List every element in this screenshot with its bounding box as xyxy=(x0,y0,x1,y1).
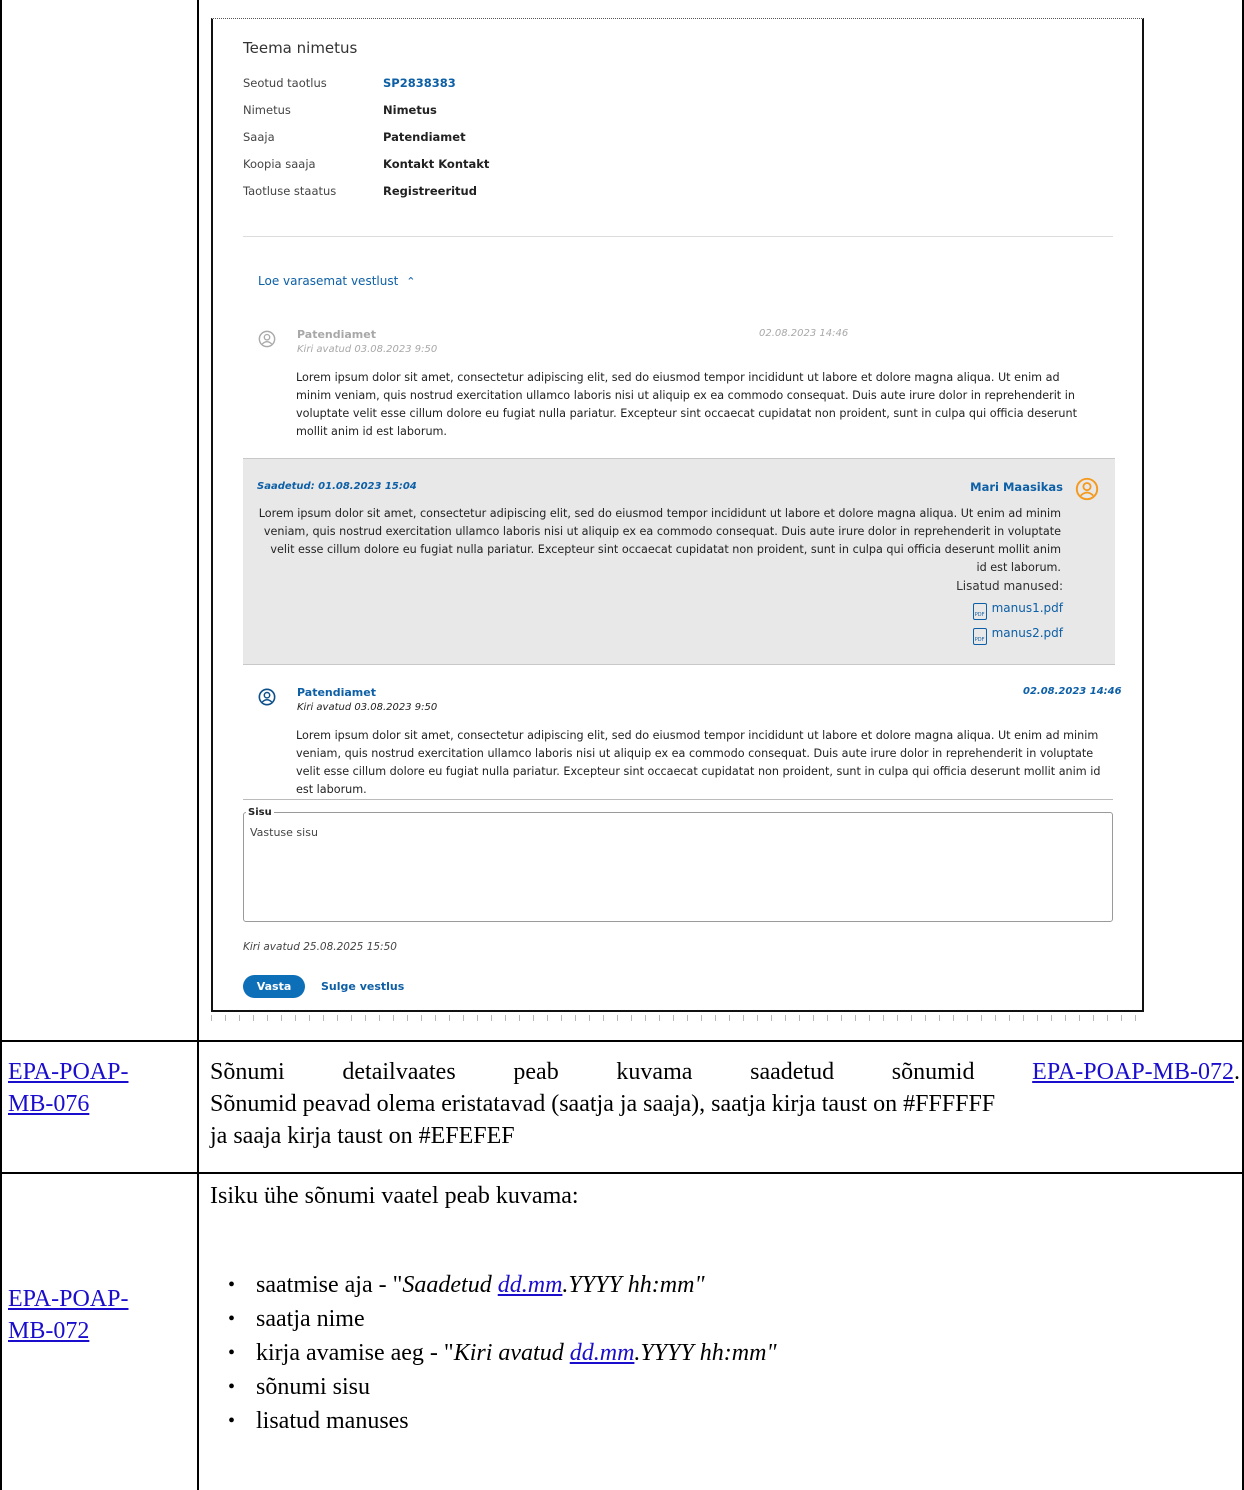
info-label: Saaja xyxy=(243,130,275,144)
user-avatar-icon xyxy=(258,330,276,348)
sender-name: Patendiamet xyxy=(297,328,376,341)
close-conversation-link[interactable]: Sulge vestlus xyxy=(321,980,404,993)
row-divider xyxy=(0,1172,1244,1174)
pdf-icon: PDF xyxy=(972,603,987,620)
date-format-link[interactable]: dd.mm xyxy=(498,1272,563,1298)
text-segment: Sõnumi detailvaates peab kuvama saadetud… xyxy=(210,1059,1033,1085)
info-value: Registreeritud xyxy=(383,184,477,198)
text-segment: saatmise aja - " xyxy=(256,1272,403,1298)
pdf-icon: PDF xyxy=(972,628,987,645)
info-label: Seotud taotlus xyxy=(243,76,327,90)
message-body: Lorem ipsum dolor sit amet, consectetur … xyxy=(296,371,1077,438)
sender-name: Mari Maasikas xyxy=(970,480,1063,494)
user-avatar-icon xyxy=(258,688,276,706)
info-value: Patendiamet xyxy=(383,130,466,144)
text-segment: Kiri avatud xyxy=(453,1340,570,1366)
requirement-id-link[interactable]: EPA-POAP- MB-076 xyxy=(8,1056,128,1120)
opened-time: Kiri avatud 03.08.2023 9:50 xyxy=(297,702,438,713)
text-segment: . xyxy=(1234,1059,1240,1085)
user-avatar-icon xyxy=(1075,477,1099,501)
message-detail-screenshot: Teema nimetus Seotud taotlus SP2838383 N… xyxy=(211,18,1144,1012)
list-item: kirja avamise aeg - "Kiri avatud dd.mm.Y… xyxy=(228,1337,777,1369)
divider xyxy=(243,236,1113,237)
opened-time: Kiri avatud 03.08.2023 9:50 xyxy=(297,344,438,355)
divider xyxy=(243,799,1113,800)
info-label: Nimetus xyxy=(243,103,291,117)
read-earlier-link[interactable]: Loe varasemat vestlust ⌃ xyxy=(258,274,416,288)
read-earlier-label: Loe varasemat vestlust xyxy=(258,274,399,288)
received-message: Saadetud: 01.08.2023 15:04 Mari Maasikas… xyxy=(243,458,1115,665)
text-segment: .YYYY hh:mm" xyxy=(634,1340,777,1366)
message-body: Lorem ipsum dolor sit amet, consectetur … xyxy=(258,507,1061,574)
requirement-ref-link[interactable]: EPA-POAP-MB-072 xyxy=(1032,1059,1234,1085)
sent-time: 02.08.2023 14:46 xyxy=(1023,686,1122,697)
text-segment: .YYYY hh:mm" xyxy=(562,1272,705,1298)
message-body: Lorem ipsum dolor sit amet, consectetur … xyxy=(296,729,1101,796)
attachments-label: Lisatud manused: xyxy=(956,579,1063,593)
opened-time: Kiri avatud 25.08.2025 15:50 xyxy=(243,941,397,953)
requirement-intro: Isiku ühe sõnumi vaatel peab kuvama: xyxy=(210,1183,579,1209)
table-border-left xyxy=(0,0,2,1490)
requirement-id-part: EPA-POAP- xyxy=(8,1286,129,1312)
requirement-id-part: MB-072 xyxy=(8,1318,90,1344)
attachment-name: manus1.pdf xyxy=(991,601,1063,615)
chevron-updown-icon: ⌃ xyxy=(406,275,416,288)
attachment-link[interactable]: PDF manus2.pdf xyxy=(972,626,1063,645)
sent-time: 02.08.2023 14:46 xyxy=(759,328,849,339)
screenshot-crop-edge xyxy=(211,1015,1144,1021)
reply-textarea[interactable]: Sisu Vastuse sisu xyxy=(243,807,1113,922)
sender-name: Patendiamet xyxy=(297,686,376,699)
topic-title: Teema nimetus xyxy=(243,39,358,57)
requirement-text: Sõnumid peavad olema eristatavad (saatja… xyxy=(210,1091,996,1117)
reply-field-legend: Sisu xyxy=(248,807,272,818)
list-item: saatmise aja - "Saadetud dd.mm.YYYY hh:m… xyxy=(228,1269,705,1301)
info-value: Nimetus xyxy=(383,103,437,117)
requirement-id-part: MB-076 xyxy=(8,1091,90,1117)
text-segment: Saadetud xyxy=(402,1272,498,1298)
requirement-text: ja saaja kirja taust on #EFEFEF xyxy=(210,1123,515,1149)
table-column-divider xyxy=(197,0,199,1490)
info-label: Koopia saaja xyxy=(243,157,316,171)
list-item: lisatud manuses xyxy=(228,1405,409,1437)
reply-button[interactable]: Vasta xyxy=(243,975,305,998)
requirement-text: Sõnumi detailvaates peab kuvama saadetud… xyxy=(210,1056,1240,1088)
attachment-link[interactable]: PDF manus1.pdf xyxy=(972,601,1063,620)
date-format-link[interactable]: dd.mm xyxy=(570,1340,635,1366)
attachment-name: manus2.pdf xyxy=(991,626,1063,640)
info-value: Kontakt Kontakt xyxy=(383,157,490,171)
text-segment: kirja avamise aeg - " xyxy=(256,1340,454,1366)
application-link[interactable]: SP2838383 xyxy=(383,76,456,90)
reply-placeholder: Vastuse sisu xyxy=(250,826,318,839)
info-label: Taotluse staatus xyxy=(243,184,337,198)
requirement-id-part: EPA-POAP- xyxy=(8,1059,129,1085)
list-item: saatja nime xyxy=(228,1303,365,1335)
row-divider xyxy=(0,1040,1244,1042)
sent-time: Saadetud: 01.08.2023 15:04 xyxy=(257,481,417,492)
list-item: sõnumi sisu xyxy=(228,1371,370,1403)
requirement-id-link[interactable]: EPA-POAP- MB-072 xyxy=(8,1283,128,1347)
